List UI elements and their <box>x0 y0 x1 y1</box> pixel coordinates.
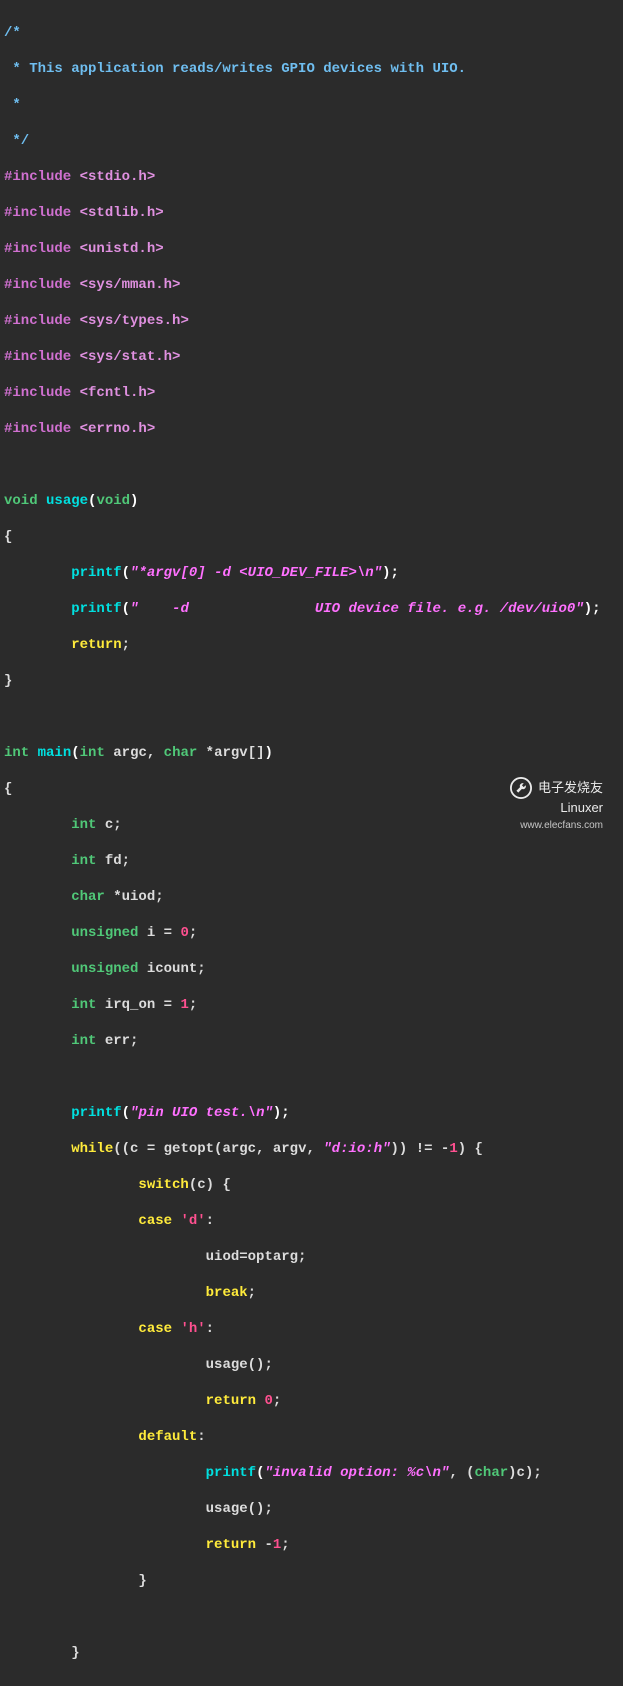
code-editor: /* * This application reads/writes GPIO … <box>0 0 623 1686</box>
function-name: main <box>38 745 72 761</box>
include-path: <unistd.h> <box>80 241 164 257</box>
number-literal: 1 <box>180 997 188 1013</box>
number-literal: 0 <box>180 925 188 941</box>
include-kw: #include <box>4 421 71 437</box>
include-kw: #include <box>4 205 71 221</box>
while-cond: )) != - <box>391 1141 450 1157</box>
var-type: char <box>71 889 105 905</box>
var-type: unsigned <box>71 925 138 941</box>
include-kw: #include <box>4 385 71 401</box>
var-name: *uiod; <box>105 889 164 905</box>
string-literal: "invalid option: %c\n" <box>264 1465 449 1481</box>
statement: uiod=optarg; <box>206 1249 307 1265</box>
include-path: <stdio.h> <box>80 169 156 185</box>
var-type: unsigned <box>71 961 138 977</box>
var-name: err; <box>96 1033 138 1049</box>
include-kw: #include <box>4 349 71 365</box>
include-path: <fcntl.h> <box>80 385 156 401</box>
watermark-source: Linuxer <box>560 799 603 817</box>
printf-call: printf <box>71 565 121 581</box>
while-open: ) { <box>458 1141 483 1157</box>
char-literal: 'h' <box>180 1321 205 1337</box>
cast-open: , ( <box>449 1465 474 1481</box>
string-literal: "d:io:h" <box>323 1141 390 1157</box>
printf-call: printf <box>71 1105 121 1121</box>
include-kw: #include <box>4 169 71 185</box>
include-path: <sys/mman.h> <box>80 277 181 293</box>
brace-close: } <box>4 673 12 689</box>
switch-arg: (c) { <box>189 1177 231 1193</box>
while-keyword: while <box>71 1141 113 1157</box>
include-path: <sys/types.h> <box>80 313 189 329</box>
var-type: int <box>71 997 96 1013</box>
comment-spacer: * <box>4 97 21 113</box>
brace-open: { <box>4 781 12 797</box>
var-name: irq_on = <box>96 997 180 1013</box>
return-keyword: return <box>206 1537 256 1553</box>
statement: usage(); <box>206 1357 273 1373</box>
return-keyword: return <box>206 1393 256 1409</box>
var-name: icount; <box>138 961 205 977</box>
return-keyword: return <box>71 637 121 653</box>
watermark-url: www.elecfans.com <box>510 817 603 835</box>
comment-open: /* <box>4 25 21 41</box>
string-literal: "*argv[0] -d <UIO_DEV_FILE>\n" <box>130 565 382 581</box>
var-name: fd; <box>96 853 130 869</box>
while-cond: ((c = getopt(argc, argv, <box>113 1141 323 1157</box>
string-literal: "pin UIO test.\n" <box>130 1105 273 1121</box>
char-literal: 'd' <box>180 1213 205 1229</box>
var-type: int <box>71 1033 96 1049</box>
comment-body: * This application reads/writes GPIO dev… <box>4 61 466 77</box>
case-keyword: case <box>138 1321 172 1337</box>
var-type: int <box>71 853 96 869</box>
return-type: void <box>4 493 38 509</box>
watermark: 电子发烧友 Linuxer www.elecfans.com <box>510 777 603 835</box>
include-path: <stdlib.h> <box>80 205 164 221</box>
param-type: char <box>164 745 198 761</box>
break-keyword: break <box>206 1285 248 1301</box>
brace-close: } <box>71 1645 79 1661</box>
number-literal: 0 <box>264 1393 272 1409</box>
cast-close: )c); <box>508 1465 542 1481</box>
include-kw: #include <box>4 277 71 293</box>
include-path: <errno.h> <box>80 421 156 437</box>
number-literal: 1 <box>449 1141 457 1157</box>
function-name: usage <box>46 493 88 509</box>
var-name: c; <box>96 817 121 833</box>
statement: usage(); <box>206 1501 273 1517</box>
default-keyword: default <box>138 1429 197 1445</box>
case-keyword: case <box>138 1213 172 1229</box>
printf-call: printf <box>206 1465 256 1481</box>
include-path: <sys/stat.h> <box>80 349 181 365</box>
number-literal: 1 <box>273 1537 281 1553</box>
var-name: i = <box>138 925 180 941</box>
var-type: int <box>71 817 96 833</box>
param-name: argc, <box>105 745 164 761</box>
param-type: void <box>96 493 130 509</box>
include-kw: #include <box>4 241 71 257</box>
wrench-icon <box>510 777 532 799</box>
comment-close: */ <box>4 133 29 149</box>
printf-call: printf <box>71 601 121 617</box>
brace-open: { <box>4 529 12 545</box>
watermark-brand: 电子发烧友 <box>538 779 603 797</box>
return-type: int <box>4 745 29 761</box>
brace-close: } <box>138 1573 146 1589</box>
string-literal: " -d UIO device file. e.g. /dev/uio0" <box>130 601 584 617</box>
switch-keyword: switch <box>138 1177 188 1193</box>
param-type: int <box>80 745 105 761</box>
param-name: *argv[] <box>197 745 264 761</box>
include-kw: #include <box>4 313 71 329</box>
cast-type: char <box>475 1465 509 1481</box>
